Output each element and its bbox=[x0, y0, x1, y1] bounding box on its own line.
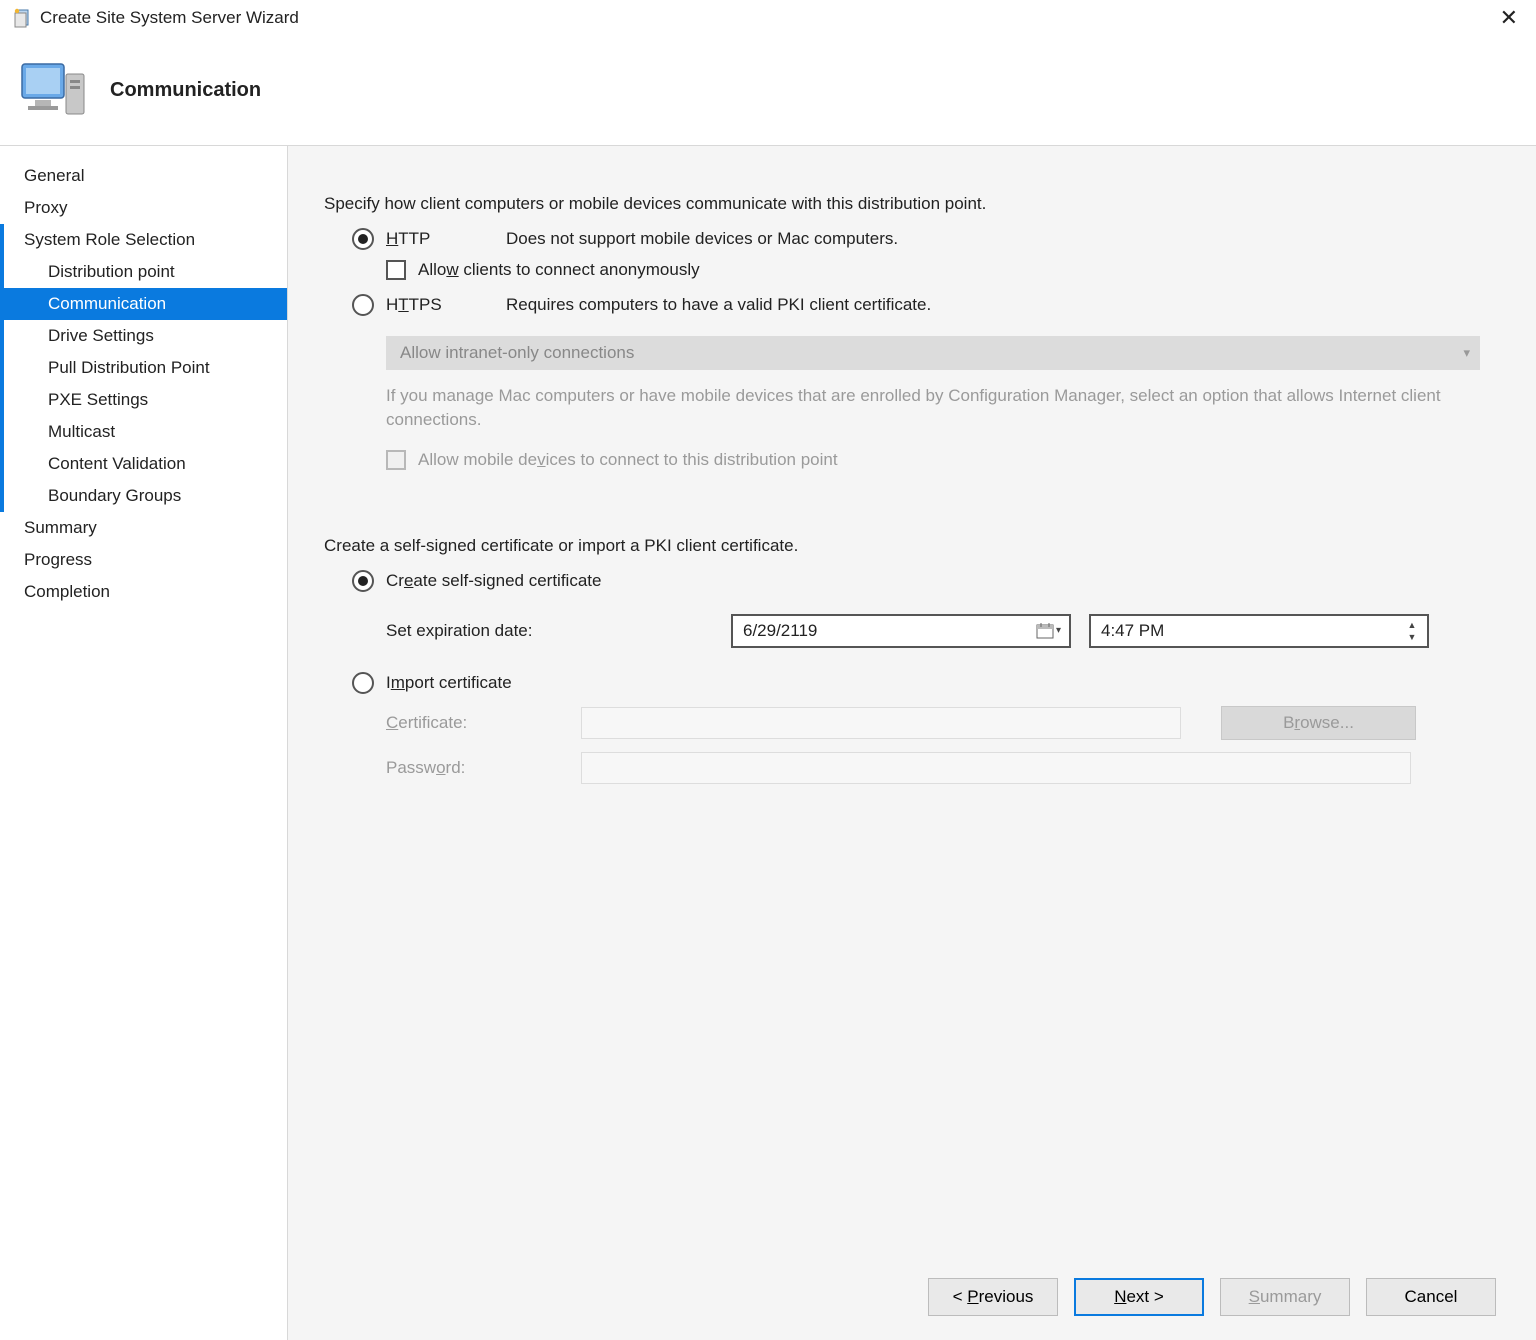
sidebar-item-pull-distribution-point[interactable]: Pull Distribution Point bbox=[0, 352, 287, 384]
expiration-label: Set expiration date: bbox=[386, 621, 731, 641]
wizard-header: Communication bbox=[0, 36, 1536, 146]
sidebar-item-progress[interactable]: Progress bbox=[0, 544, 287, 576]
expiration-time-value: 4:47 PM bbox=[1101, 621, 1164, 641]
sidebar-item-distribution-point[interactable]: Distribution point bbox=[0, 256, 287, 288]
page-title: Communication bbox=[110, 79, 261, 102]
close-icon[interactable]: ✕ bbox=[1494, 7, 1524, 29]
sidebar-item-drive-settings[interactable]: Drive Settings bbox=[0, 320, 287, 352]
previous-button[interactable]: < Previous bbox=[928, 1278, 1058, 1316]
checkbox-allow-anonymous[interactable] bbox=[386, 260, 406, 280]
expiration-date-value: 6/29/2119 bbox=[743, 621, 817, 641]
summary-button: Summary bbox=[1220, 1278, 1350, 1316]
radio-import-cert[interactable] bbox=[352, 672, 374, 694]
radio-https-desc: Requires computers to have a valid PKI c… bbox=[506, 295, 931, 315]
checkbox-allow-mobile bbox=[386, 450, 406, 470]
sidebar-item-boundary-groups[interactable]: Boundary Groups bbox=[0, 480, 287, 512]
radio-row-http: HTTP Does not support mobile devices or … bbox=[324, 228, 1488, 250]
radio-https-label: HTTPS bbox=[386, 295, 506, 315]
radio-import-cert-label: Import certificate bbox=[386, 673, 512, 693]
spinner-up-icon[interactable]: ▲ bbox=[1403, 619, 1421, 631]
row-certificate-path: Certificate: Browse... bbox=[324, 706, 1488, 740]
spinner-down-icon[interactable]: ▼ bbox=[1403, 631, 1421, 643]
wizard-footer: < Previous Next > Summary Cancel bbox=[928, 1278, 1496, 1316]
time-spinner[interactable]: ▲ ▼ bbox=[1403, 619, 1421, 643]
combo-connection-type: Allow intranet-only connections ▾ bbox=[386, 336, 1480, 370]
next-button[interactable]: Next > bbox=[1074, 1278, 1204, 1316]
chevron-down-icon: ▾ bbox=[1463, 345, 1470, 361]
row-expiration: Set expiration date: 6/29/2119 ▾ 4:47 PM… bbox=[324, 614, 1488, 648]
password-label: Password: bbox=[386, 758, 581, 778]
radio-row-import-cert: Import certificate bbox=[324, 672, 1488, 694]
wizard-content: Specify how client computers or mobile d… bbox=[288, 146, 1536, 1340]
expiration-time-field[interactable]: 4:47 PM ▲ ▼ bbox=[1089, 614, 1429, 648]
sidebar-item-summary[interactable]: Summary bbox=[0, 512, 287, 544]
sidebar-item-proxy[interactable]: Proxy bbox=[0, 192, 287, 224]
expiration-date-field[interactable]: 6/29/2119 ▾ bbox=[731, 614, 1071, 648]
wizard-step-sidebar: General Proxy System Role Selection Dist… bbox=[0, 146, 288, 1340]
combo-connection-type-value: Allow intranet-only connections bbox=[400, 343, 634, 363]
sidebar-item-completion[interactable]: Completion bbox=[0, 576, 287, 608]
sidebar-item-multicast[interactable]: Multicast bbox=[0, 416, 287, 448]
browse-button: Browse... bbox=[1221, 706, 1416, 740]
radio-http[interactable] bbox=[352, 228, 374, 250]
sidebar-item-system-role-selection[interactable]: System Role Selection bbox=[0, 224, 287, 256]
checkbox-allow-anonymous-label: Allow clients to connect anonymously bbox=[418, 260, 700, 280]
radio-https[interactable] bbox=[352, 294, 374, 316]
computer-icon bbox=[18, 56, 88, 126]
radio-row-https: HTTPS Requires computers to have a valid… bbox=[324, 294, 1488, 316]
sidebar-item-communication[interactable]: Communication bbox=[0, 288, 287, 320]
certificate-password-input bbox=[581, 752, 1411, 784]
section-text-cert: Create a self-signed certificate or impo… bbox=[324, 536, 1488, 556]
row-certificate-password: Password: bbox=[324, 752, 1488, 784]
radio-create-cert-label: Create self-signed certificate bbox=[386, 571, 601, 591]
sidebar-item-pxe-settings[interactable]: PXE Settings bbox=[0, 384, 287, 416]
titlebar: Create Site System Server Wizard ✕ bbox=[0, 0, 1536, 36]
checkbox-row-allow-mobile: Allow mobile devices to connect to this … bbox=[324, 450, 1488, 470]
hint-internet-connections: If you manage Mac computers or have mobi… bbox=[386, 384, 1468, 432]
sidebar-item-general[interactable]: General bbox=[0, 160, 287, 192]
radio-row-create-cert: Create self-signed certificate bbox=[324, 570, 1488, 592]
radio-create-cert[interactable] bbox=[352, 570, 374, 592]
radio-http-desc: Does not support mobile devices or Mac c… bbox=[506, 229, 898, 249]
checkbox-allow-mobile-label: Allow mobile devices to connect to this … bbox=[418, 450, 838, 470]
calendar-icon[interactable]: ▾ bbox=[1036, 622, 1061, 640]
certificate-path-input bbox=[581, 707, 1181, 739]
cancel-button[interactable]: Cancel bbox=[1366, 1278, 1496, 1316]
wizard-window-icon bbox=[12, 8, 32, 28]
certificate-label: Certificate: bbox=[386, 713, 581, 733]
checkbox-row-allow-anonymous: Allow clients to connect anonymously bbox=[324, 260, 1488, 280]
sidebar-item-content-validation[interactable]: Content Validation bbox=[0, 448, 287, 480]
window-title: Create Site System Server Wizard bbox=[40, 8, 299, 28]
section-text-spec: Specify how client computers or mobile d… bbox=[324, 194, 1488, 214]
radio-http-label: HTTP bbox=[386, 229, 506, 249]
